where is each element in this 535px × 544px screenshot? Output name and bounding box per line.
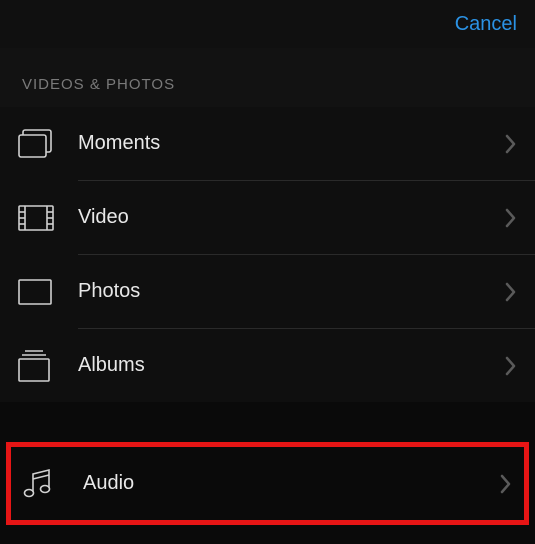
albums-icon [18, 350, 78, 382]
moments-icon [18, 128, 78, 160]
list-item-moments[interactable]: Moments [0, 107, 535, 180]
cancel-button[interactable]: Cancel [455, 13, 517, 36]
chevron-right-icon [505, 356, 517, 376]
list-item-label: Moments [78, 132, 505, 155]
chevron-right-icon [505, 282, 517, 302]
photos-icon [18, 279, 78, 305]
header-bar: Cancel [0, 0, 535, 48]
media-sources-list: Moments Video [0, 107, 535, 402]
highlight-box: Audio [6, 442, 529, 525]
list-item-label: Photos [78, 280, 505, 303]
video-icon [18, 205, 78, 231]
section-gap [0, 402, 535, 442]
chevron-right-icon [505, 134, 517, 154]
chevron-right-icon [500, 474, 512, 494]
list-item-audio[interactable]: Audio [11, 447, 524, 520]
chevron-right-icon [505, 208, 517, 228]
audio-icon [23, 468, 83, 500]
section-header-videos-photos: VIDEOS & PHOTOS [0, 48, 535, 107]
list-item-label: Video [78, 206, 505, 229]
list-item-video[interactable]: Video [0, 181, 535, 254]
list-item-label: Audio [83, 472, 500, 495]
list-item-label: Albums [78, 354, 505, 377]
list-item-albums[interactable]: Albums [0, 329, 535, 402]
list-item-photos[interactable]: Photos [0, 255, 535, 328]
